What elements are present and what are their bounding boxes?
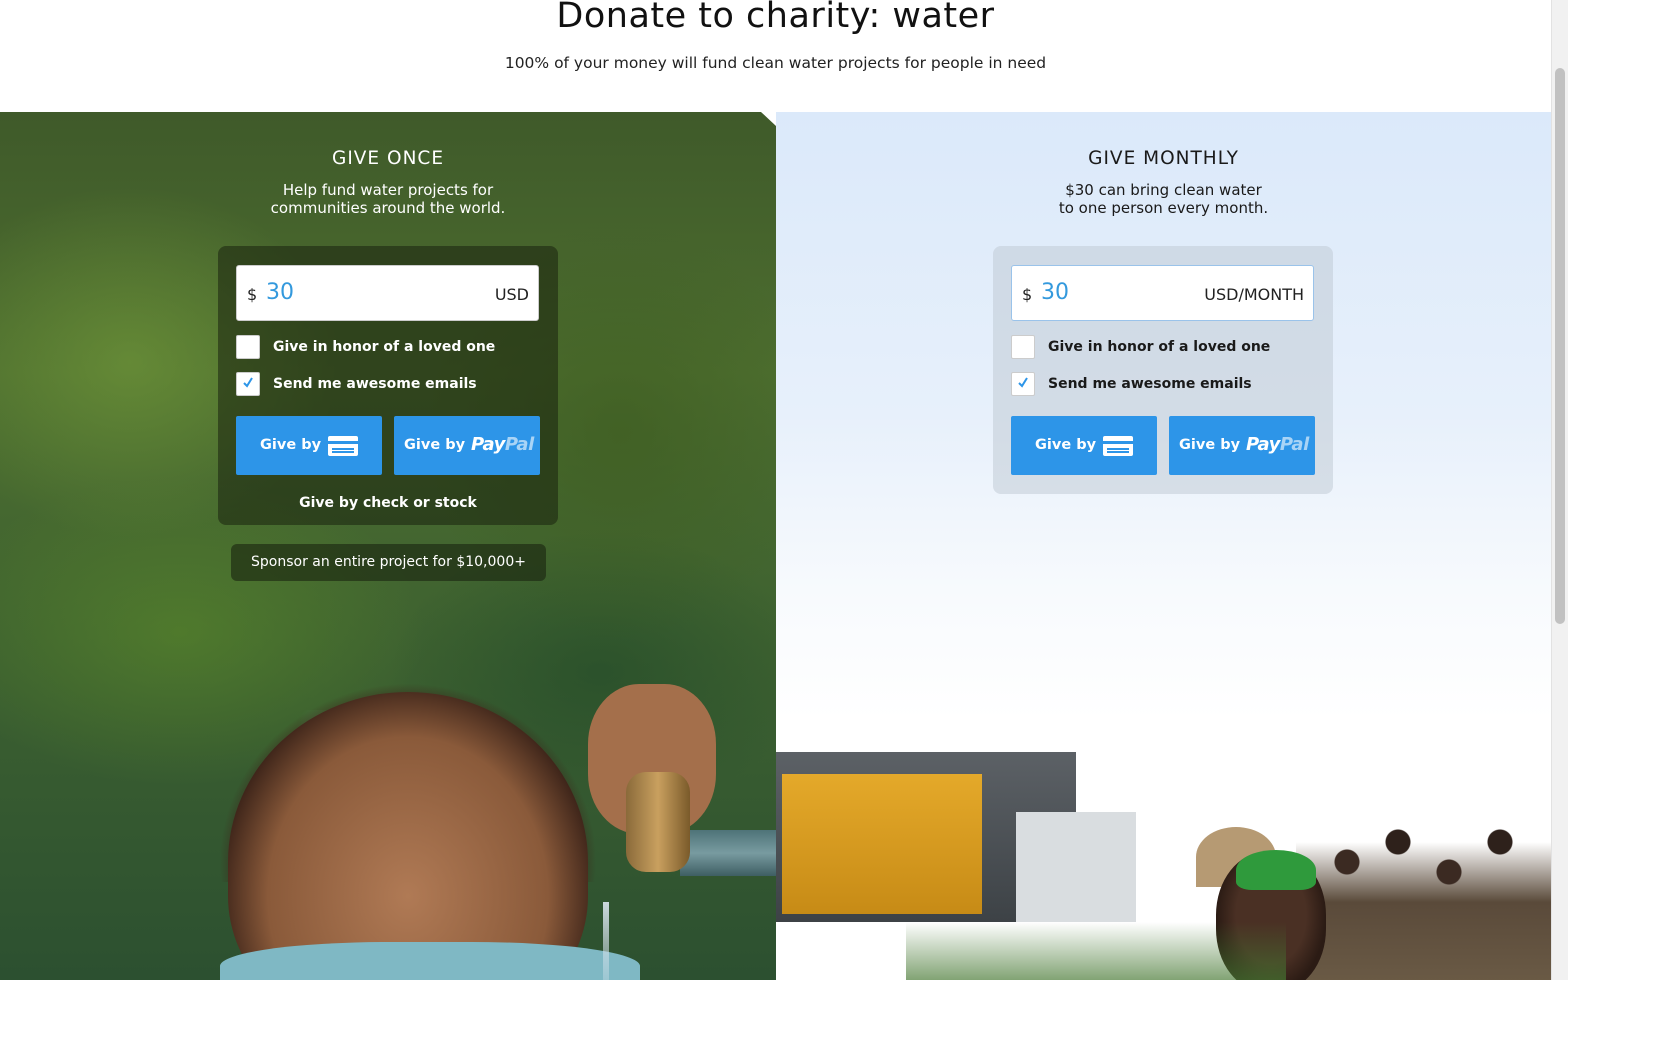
give-once-desc-2: communities around the world. [270, 199, 506, 217]
paypal-button-label: Give by [404, 437, 466, 453]
give-by-paypal-button[interactable]: Give by PayPal [394, 416, 540, 475]
give-once-form: $ 30 USD Give in honor of a loved one Se… [218, 246, 558, 525]
photo-generator [782, 774, 982, 914]
paypal-button-label: Give by [1179, 437, 1241, 453]
currency-unit: USD [494, 285, 529, 304]
give-once-desc-1: Help fund water projects for [282, 181, 494, 199]
give-monthly-title: GIVE MONTHLY [1088, 148, 1239, 169]
photo-faucet [626, 772, 690, 872]
checkmark-icon [243, 377, 253, 388]
honor-checkbox[interactable] [1011, 335, 1035, 359]
currency-symbol: $ [247, 285, 258, 304]
credit-card-icon [1103, 436, 1133, 456]
honor-checkbox[interactable] [236, 335, 260, 359]
paypal-logo-icon: PayPal [471, 434, 534, 455]
scrollbar-thumb[interactable] [1555, 68, 1565, 624]
honor-checkbox-label[interactable]: Give in honor of a loved one [1048, 339, 1270, 355]
credit-card-icon [328, 436, 358, 456]
emails-checkbox-label[interactable]: Send me awesome emails [1048, 376, 1252, 392]
give-monthly-panel: GIVE MONTHLY $30 can bring clean water t… [776, 112, 1551, 980]
give-monthly-form: $ 30 USD/MONTH Give in honor of a loved … [993, 246, 1333, 494]
photo-woman-headscarf [1236, 850, 1316, 890]
sponsor-project-button[interactable]: Sponsor an entire project for $10,000+ [231, 544, 546, 581]
photo-truck [776, 752, 1136, 922]
emails-checkbox[interactable] [1011, 372, 1035, 396]
checkmark-icon [1018, 377, 1028, 388]
paypal-logo-icon: PayPal [1246, 434, 1309, 455]
photo-girl-shirt [220, 942, 640, 980]
photo-truck-cab [1016, 812, 1136, 922]
card-button-label: Give by [1035, 437, 1097, 453]
amount-input[interactable]: 30 [266, 280, 294, 305]
give-by-paypal-button[interactable]: Give by PayPal [1169, 416, 1315, 475]
give-once-amount-field[interactable]: $ 30 USD [236, 265, 539, 321]
give-monthly-desc-1: $30 can bring clean water [1065, 181, 1262, 199]
page-title: Donate to charity: water [556, 0, 995, 36]
give-by-check-link[interactable]: Give by check or stock [218, 495, 558, 511]
photo-water-pipe [680, 830, 776, 876]
give-monthly-amount-field[interactable]: $ 30 USD/MONTH [1011, 265, 1314, 321]
photo-plants [906, 922, 1286, 980]
give-once-title: GIVE ONCE [331, 148, 445, 169]
card-button-label: Give by [260, 437, 322, 453]
give-by-card-button[interactable]: Give by [1011, 416, 1157, 475]
currency-symbol: $ [1022, 285, 1033, 304]
give-once-panel: GIVE ONCE Help fund water projects for c… [0, 112, 776, 980]
photo-water-stream [603, 902, 609, 980]
page-header: Donate to charity: water 100% of your mo… [0, 0, 1551, 112]
page-scrollbar[interactable] [1551, 0, 1568, 980]
currency-unit: USD/MONTH [1204, 285, 1304, 304]
emails-checkbox[interactable] [236, 372, 260, 396]
give-by-card-button[interactable]: Give by [236, 416, 382, 475]
emails-checkbox-label[interactable]: Send me awesome emails [273, 376, 477, 392]
amount-input[interactable]: 30 [1041, 280, 1069, 305]
photo-crowd [1296, 782, 1551, 980]
give-monthly-desc-2: to one person every month. [1058, 199, 1269, 217]
page-subtitle: 100% of your money will fund clean water… [504, 54, 1047, 72]
honor-checkbox-label[interactable]: Give in honor of a loved one [273, 339, 495, 355]
